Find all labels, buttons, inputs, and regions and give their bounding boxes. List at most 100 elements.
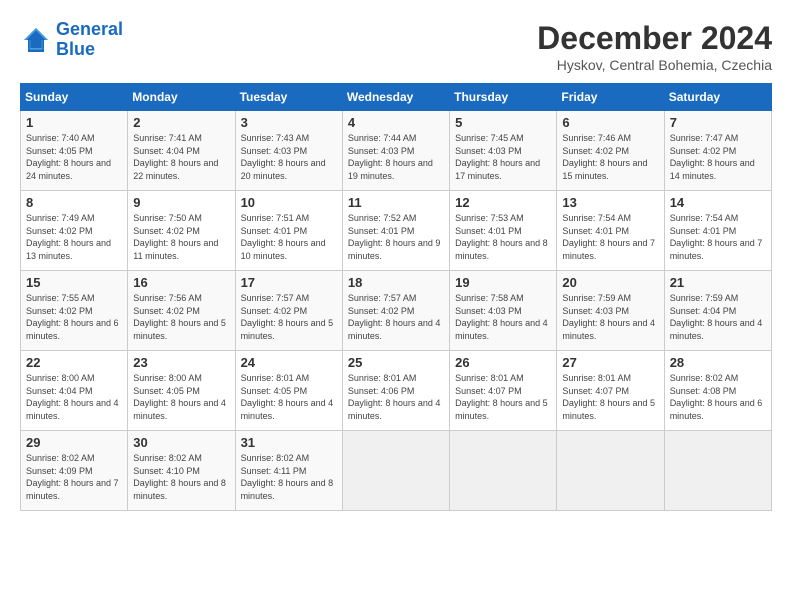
calendar-cell: 6 Sunrise: 7:46 AMSunset: 4:02 PMDayligh… — [557, 111, 664, 191]
calendar-cell: 21 Sunrise: 7:59 AMSunset: 4:04 PMDaylig… — [664, 271, 771, 351]
day-number: 3 — [241, 115, 337, 130]
cell-info: Sunrise: 7:59 AMSunset: 4:03 PMDaylight:… — [562, 293, 655, 341]
day-number: 9 — [133, 195, 229, 210]
calendar-cell: 16 Sunrise: 7:56 AMSunset: 4:02 PMDaylig… — [128, 271, 235, 351]
cell-info: Sunrise: 8:01 AMSunset: 4:06 PMDaylight:… — [348, 373, 441, 421]
week-row: 22 Sunrise: 8:00 AMSunset: 4:04 PMDaylig… — [21, 351, 772, 431]
header-row: SundayMondayTuesdayWednesdayThursdayFrid… — [21, 84, 772, 111]
day-number: 29 — [26, 435, 122, 450]
calendar-cell: 30 Sunrise: 8:02 AMSunset: 4:10 PMDaylig… — [128, 431, 235, 511]
calendar-cell: 25 Sunrise: 8:01 AMSunset: 4:06 PMDaylig… — [342, 351, 449, 431]
calendar-cell: 26 Sunrise: 8:01 AMSunset: 4:07 PMDaylig… — [450, 351, 557, 431]
calendar-cell: 23 Sunrise: 8:00 AMSunset: 4:05 PMDaylig… — [128, 351, 235, 431]
day-number: 15 — [26, 275, 122, 290]
day-number: 13 — [562, 195, 658, 210]
cell-info: Sunrise: 7:43 AMSunset: 4:03 PMDaylight:… — [241, 133, 326, 181]
cell-info: Sunrise: 7:54 AMSunset: 4:01 PMDaylight:… — [562, 213, 655, 261]
cell-info: Sunrise: 8:01 AMSunset: 4:07 PMDaylight:… — [455, 373, 548, 421]
cell-info: Sunrise: 7:58 AMSunset: 4:03 PMDaylight:… — [455, 293, 548, 341]
day-number: 24 — [241, 355, 337, 370]
cell-info: Sunrise: 7:54 AMSunset: 4:01 PMDaylight:… — [670, 213, 763, 261]
calendar-cell: 8 Sunrise: 7:49 AMSunset: 4:02 PMDayligh… — [21, 191, 128, 271]
logo-icon — [20, 24, 52, 56]
calendar-cell — [342, 431, 449, 511]
day-number: 1 — [26, 115, 122, 130]
calendar-cell: 22 Sunrise: 8:00 AMSunset: 4:04 PMDaylig… — [21, 351, 128, 431]
day-header-friday: Friday — [557, 84, 664, 111]
day-number: 18 — [348, 275, 444, 290]
calendar-table: SundayMondayTuesdayWednesdayThursdayFrid… — [20, 83, 772, 511]
calendar-cell: 1 Sunrise: 7:40 AMSunset: 4:05 PMDayligh… — [21, 111, 128, 191]
day-number: 25 — [348, 355, 444, 370]
day-number: 4 — [348, 115, 444, 130]
cell-info: Sunrise: 8:02 AMSunset: 4:08 PMDaylight:… — [670, 373, 763, 421]
calendar-cell: 4 Sunrise: 7:44 AMSunset: 4:03 PMDayligh… — [342, 111, 449, 191]
day-header-sunday: Sunday — [21, 84, 128, 111]
day-number: 12 — [455, 195, 551, 210]
logo: GeneralBlue — [20, 20, 123, 60]
calendar-cell: 24 Sunrise: 8:01 AMSunset: 4:05 PMDaylig… — [235, 351, 342, 431]
day-number: 16 — [133, 275, 229, 290]
title-block: December 2024 Hyskov, Central Bohemia, C… — [537, 20, 772, 73]
cell-info: Sunrise: 7:57 AMSunset: 4:02 PMDaylight:… — [348, 293, 441, 341]
cell-info: Sunrise: 8:00 AMSunset: 4:05 PMDaylight:… — [133, 373, 226, 421]
week-row: 15 Sunrise: 7:55 AMSunset: 4:02 PMDaylig… — [21, 271, 772, 351]
cell-info: Sunrise: 7:47 AMSunset: 4:02 PMDaylight:… — [670, 133, 755, 181]
cell-info: Sunrise: 7:55 AMSunset: 4:02 PMDaylight:… — [26, 293, 119, 341]
calendar-cell: 5 Sunrise: 7:45 AMSunset: 4:03 PMDayligh… — [450, 111, 557, 191]
day-number: 11 — [348, 195, 444, 210]
day-number: 21 — [670, 275, 766, 290]
week-row: 8 Sunrise: 7:49 AMSunset: 4:02 PMDayligh… — [21, 191, 772, 271]
cell-info: Sunrise: 7:59 AMSunset: 4:04 PMDaylight:… — [670, 293, 763, 341]
day-number: 6 — [562, 115, 658, 130]
cell-info: Sunrise: 7:40 AMSunset: 4:05 PMDaylight:… — [26, 133, 111, 181]
calendar-cell: 10 Sunrise: 7:51 AMSunset: 4:01 PMDaylig… — [235, 191, 342, 271]
day-number: 19 — [455, 275, 551, 290]
day-header-monday: Monday — [128, 84, 235, 111]
day-number: 20 — [562, 275, 658, 290]
week-row: 29 Sunrise: 8:02 AMSunset: 4:09 PMDaylig… — [21, 431, 772, 511]
cell-info: Sunrise: 7:50 AMSunset: 4:02 PMDaylight:… — [133, 213, 218, 261]
day-header-thursday: Thursday — [450, 84, 557, 111]
calendar-cell: 15 Sunrise: 7:55 AMSunset: 4:02 PMDaylig… — [21, 271, 128, 351]
day-number: 22 — [26, 355, 122, 370]
day-number: 27 — [562, 355, 658, 370]
calendar-cell: 2 Sunrise: 7:41 AMSunset: 4:04 PMDayligh… — [128, 111, 235, 191]
calendar-cell: 17 Sunrise: 7:57 AMSunset: 4:02 PMDaylig… — [235, 271, 342, 351]
calendar-cell: 9 Sunrise: 7:50 AMSunset: 4:02 PMDayligh… — [128, 191, 235, 271]
cell-info: Sunrise: 8:01 AMSunset: 4:07 PMDaylight:… — [562, 373, 655, 421]
cell-info: Sunrise: 8:02 AMSunset: 4:09 PMDaylight:… — [26, 453, 119, 501]
cell-info: Sunrise: 7:52 AMSunset: 4:01 PMDaylight:… — [348, 213, 441, 261]
day-number: 28 — [670, 355, 766, 370]
calendar-cell: 11 Sunrise: 7:52 AMSunset: 4:01 PMDaylig… — [342, 191, 449, 271]
calendar-cell: 19 Sunrise: 7:58 AMSunset: 4:03 PMDaylig… — [450, 271, 557, 351]
calendar-cell: 14 Sunrise: 7:54 AMSunset: 4:01 PMDaylig… — [664, 191, 771, 271]
day-number: 30 — [133, 435, 229, 450]
day-number: 2 — [133, 115, 229, 130]
calendar-cell: 18 Sunrise: 7:57 AMSunset: 4:02 PMDaylig… — [342, 271, 449, 351]
cell-info: Sunrise: 7:44 AMSunset: 4:03 PMDaylight:… — [348, 133, 433, 181]
cell-info: Sunrise: 7:57 AMSunset: 4:02 PMDaylight:… — [241, 293, 334, 341]
calendar-cell: 29 Sunrise: 8:02 AMSunset: 4:09 PMDaylig… — [21, 431, 128, 511]
calendar-cell — [557, 431, 664, 511]
calendar-cell — [664, 431, 771, 511]
day-number: 31 — [241, 435, 337, 450]
day-number: 7 — [670, 115, 766, 130]
calendar-cell: 12 Sunrise: 7:53 AMSunset: 4:01 PMDaylig… — [450, 191, 557, 271]
calendar-cell: 31 Sunrise: 8:02 AMSunset: 4:11 PMDaylig… — [235, 431, 342, 511]
month-title: December 2024 — [537, 20, 772, 57]
cell-info: Sunrise: 7:53 AMSunset: 4:01 PMDaylight:… — [455, 213, 548, 261]
calendar-cell: 13 Sunrise: 7:54 AMSunset: 4:01 PMDaylig… — [557, 191, 664, 271]
day-number: 23 — [133, 355, 229, 370]
cell-info: Sunrise: 8:00 AMSunset: 4:04 PMDaylight:… — [26, 373, 119, 421]
calendar-cell — [450, 431, 557, 511]
day-number: 17 — [241, 275, 337, 290]
cell-info: Sunrise: 7:49 AMSunset: 4:02 PMDaylight:… — [26, 213, 111, 261]
day-number: 10 — [241, 195, 337, 210]
day-header-tuesday: Tuesday — [235, 84, 342, 111]
calendar-cell: 28 Sunrise: 8:02 AMSunset: 4:08 PMDaylig… — [664, 351, 771, 431]
calendar-cell: 27 Sunrise: 8:01 AMSunset: 4:07 PMDaylig… — [557, 351, 664, 431]
calendar-cell: 7 Sunrise: 7:47 AMSunset: 4:02 PMDayligh… — [664, 111, 771, 191]
day-number: 5 — [455, 115, 551, 130]
cell-info: Sunrise: 7:45 AMSunset: 4:03 PMDaylight:… — [455, 133, 540, 181]
